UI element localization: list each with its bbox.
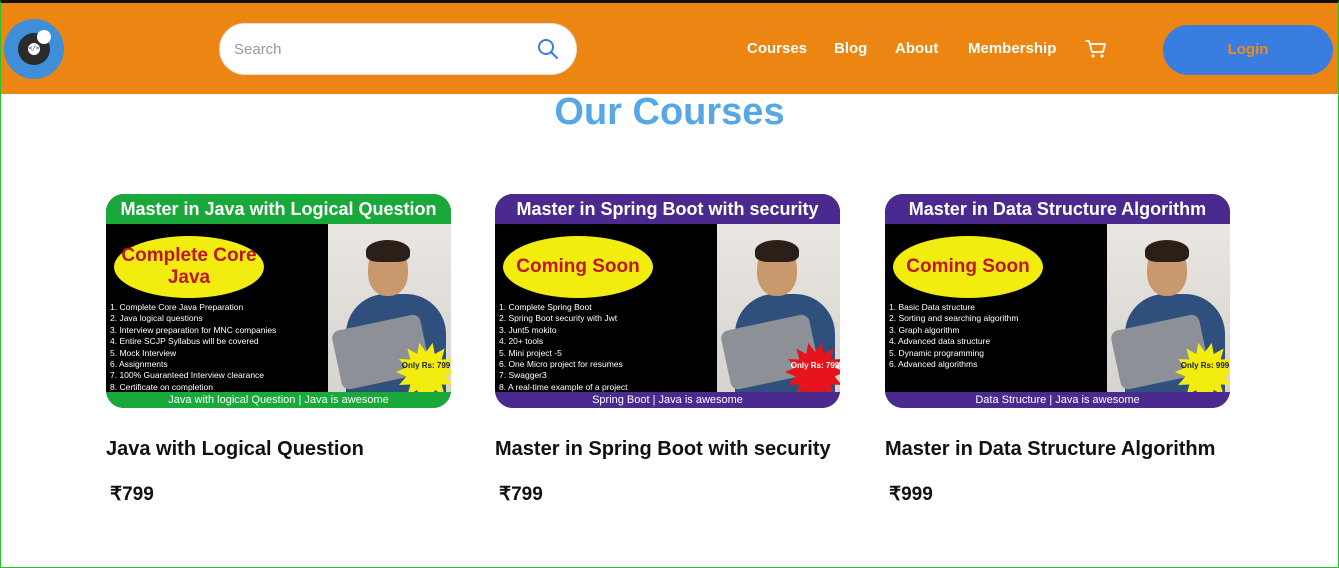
course-title[interactable]: Master in Data Structure Algorithm: [885, 438, 1230, 461]
bullet-item: 3. Interview preparation for MNC compani…: [110, 324, 277, 335]
thumbnail-ellipse-label: Coming Soon: [893, 236, 1043, 298]
thumbnail-banner: Master in Java with Logical Question: [106, 194, 451, 224]
course-thumbnail[interactable]: Master in Spring Boot with security Comi…: [495, 194, 840, 408]
site-logo[interactable]: </>: [4, 19, 64, 79]
starburst-text: Only Rs: 999: [1180, 361, 1230, 370]
search-input[interactable]: [234, 34, 524, 64]
thumbnail-ellipse-label: Coming Soon: [503, 236, 653, 298]
bullet-item: 2. Java logical questions: [110, 313, 203, 324]
starburst-text: Only Rs: 799: [790, 361, 840, 370]
course-thumbnail[interactable]: Master in Java with Logical Question Com…: [106, 194, 451, 408]
nav-membership[interactable]: Membership: [968, 40, 1056, 57]
thumbnail-footer: Data Structure | Java is awesome: [885, 392, 1230, 408]
bullet-item: 5. Dynamic programming: [889, 347, 984, 358]
bullet-item: 4. Advanced data structure: [889, 336, 991, 347]
course-price: ₹799: [110, 484, 154, 505]
course-title[interactable]: Java with Logical Question: [106, 438, 451, 461]
bullet-item: 3. Junt5 mokito: [499, 324, 557, 335]
thumbnail-bullets: 1. Basic Data structure 2. Sorting and se…: [889, 302, 1109, 370]
thumbnail-banner: Master in Spring Boot with security: [495, 194, 840, 224]
bullet-item: 2. Spring Boot security with Jwt: [499, 313, 618, 324]
bullet-item: 5. Mock Interview: [110, 347, 177, 358]
bullet-item: 6. Assignments: [110, 359, 168, 370]
course-thumbnail[interactable]: Master in Data Structure Algorithm Comin…: [885, 194, 1230, 408]
bullet-item: 6. One Micro project for resumes: [499, 359, 623, 370]
bullet-item: 2. Sorting and searching algorithm: [889, 313, 1019, 324]
search-bar: [219, 23, 577, 75]
thumbnail-bullets: 1. Complete Spring Boot 2. Spring Boot se…: [499, 302, 719, 393]
bullet-item: 5. Mini project -5: [499, 347, 562, 358]
starburst-text: Only Rs: 799: [401, 361, 451, 370]
bullet-item: 1. Complete Core Java Preparation: [110, 302, 244, 312]
bullet-item: 1. Basic Data structure: [889, 302, 975, 312]
bullet-item: 4. 20+ tools: [499, 336, 544, 347]
course-card-java[interactable]: Master in Java with Logical Question Com…: [106, 194, 451, 506]
thumbnail-footer: Spring Boot | Java is awesome: [495, 392, 840, 408]
nav-blog[interactable]: Blog: [834, 40, 867, 57]
navbar: </> Courses Blog About Membership Login: [1, 3, 1338, 94]
code-icon: </>: [28, 43, 40, 55]
nav-about[interactable]: About: [895, 40, 938, 57]
course-card-spring-boot[interactable]: Master in Spring Boot with security Comi…: [495, 194, 840, 506]
course-card-dsa[interactable]: Master in Data Structure Algorithm Comin…: [885, 194, 1230, 506]
thumbnail-footer: Java with logical Question | Java is awe…: [106, 392, 451, 408]
nav-courses[interactable]: Courses: [747, 40, 807, 57]
course-title[interactable]: Master in Spring Boot with security: [495, 438, 840, 461]
thumbnail-bullets: 1. Complete Core Java Preparation 2. Java…: [110, 302, 330, 393]
search-icon[interactable]: [536, 37, 560, 61]
cart-icon[interactable]: [1085, 39, 1107, 59]
login-button[interactable]: Login: [1163, 25, 1333, 75]
course-price: ₹999: [889, 484, 933, 505]
bullet-item: 7. Swagger3: [499, 370, 547, 381]
bullet-item: 3. Graph algorithm: [889, 324, 960, 335]
thumbnail-ellipse-label: Complete Core Java: [114, 236, 264, 298]
bullet-item: 4. Entire SCJP Syllabus will be covered: [110, 336, 259, 347]
course-price: ₹799: [499, 484, 543, 505]
thumbnail-banner: Master in Data Structure Algorithm: [885, 194, 1230, 224]
logo-dot: [37, 30, 51, 44]
bullet-item: 7. 100% Guaranteed Interview clearance: [110, 370, 265, 381]
bullet-item: 1. Complete Spring Boot: [499, 302, 592, 312]
page-title: Our Courses: [554, 91, 785, 133]
bullet-item: 6. Advanced algorithms: [889, 359, 978, 370]
